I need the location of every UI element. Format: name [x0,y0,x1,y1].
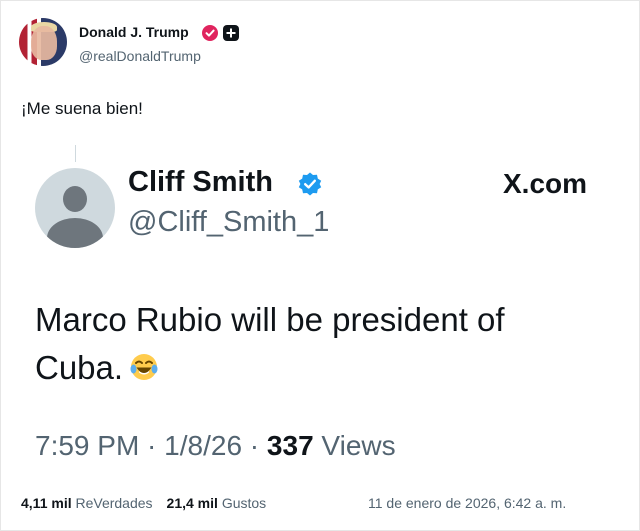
verified-badge-icon [202,25,218,41]
likes-label[interactable]: Gustos [222,495,266,511]
default-avatar-icon [35,168,115,248]
quote-date: 1/8/26 [164,430,243,461]
quote-meta: 7:59 PM · 1/8/26 · 337 Views [35,430,396,461]
reposts-label[interactable]: ReVerdades [75,495,152,511]
quote-text: Marco Rubio will be president of Cuba. [35,296,595,392]
avatar-head-shape [63,186,87,212]
post-stats: 4,11 mil ReVerdades 21,4 mil Gustos [21,495,266,511]
plus-badge-icon [223,25,239,41]
author-handle[interactable]: @realDonaldTrump [79,48,201,64]
avatar-face [31,26,57,60]
laugh-emoji-icon [129,347,159,380]
post-text: ¡Me suena bien! [21,99,143,118]
quote-time: 7:59 PM [35,430,140,461]
quote-text-body: Marco Rubio will be president of Cuba. [35,301,505,386]
author-avatar[interactable] [19,18,67,66]
author-name[interactable]: Donald J. Trump [79,24,189,40]
thread-connector [75,145,76,162]
views-count: 337 [266,430,314,461]
likes-count[interactable]: 21,4 mil [167,495,218,511]
quote-verified-icon [297,171,323,197]
post-date[interactable]: 11 de enero de 2026, 6:42 a. m. [368,495,566,511]
source-label: X.com [503,168,588,199]
reposts-count[interactable]: 4,11 mil [21,495,72,511]
quote-author-name: Cliff Smith [128,166,273,198]
quote-author-handle: @Cliff_Smith_1 [128,206,330,238]
avatar-shoulders-shape [47,218,103,248]
views-label: Views [321,430,396,461]
